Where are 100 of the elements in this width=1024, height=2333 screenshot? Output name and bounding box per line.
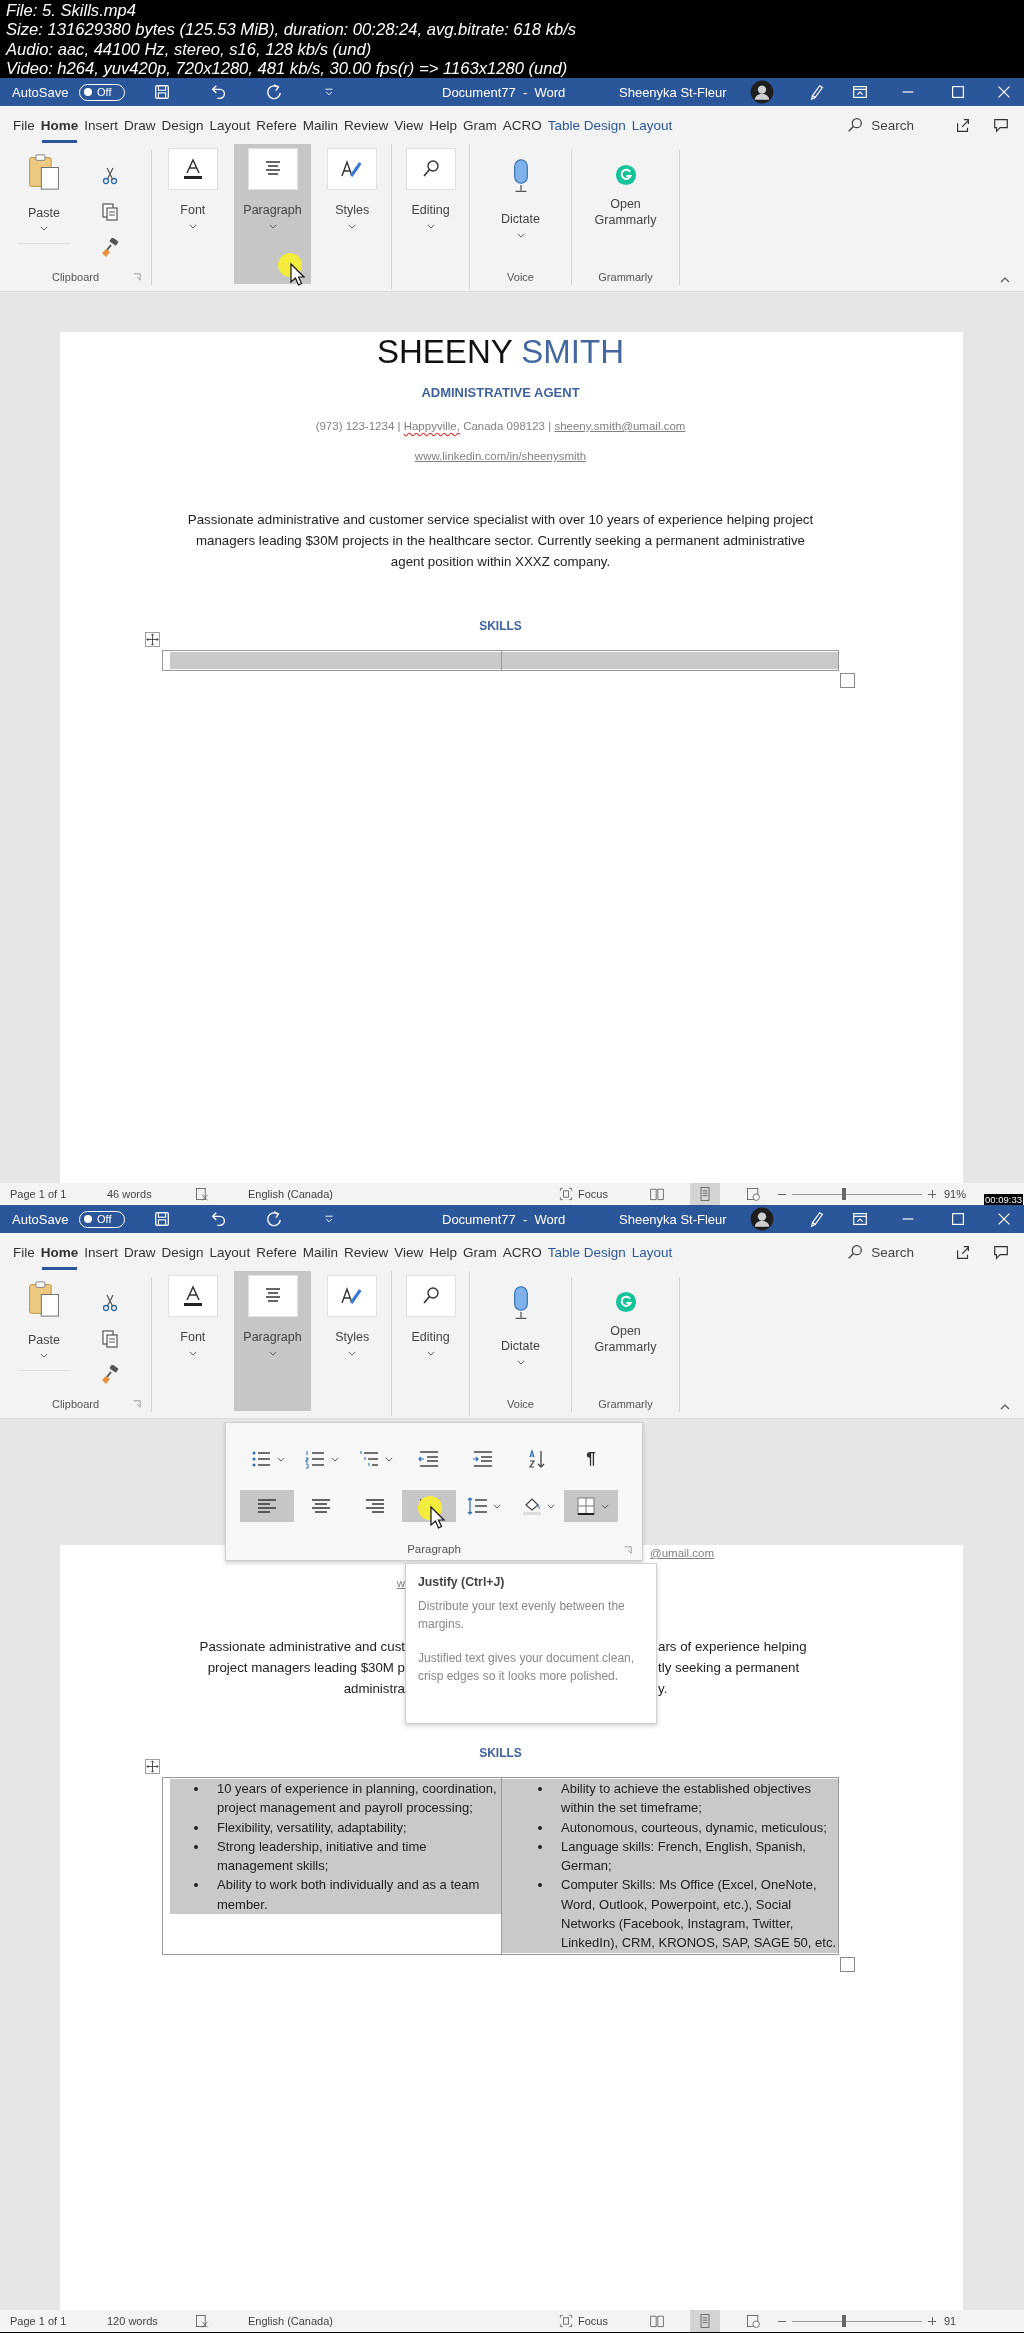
ribbon-tab[interactable]: Help xyxy=(426,106,460,144)
save-icon[interactable] xyxy=(153,1210,171,1228)
scissors-icon[interactable] xyxy=(100,1293,120,1313)
ribbon-tab[interactable]: Mailin xyxy=(299,1233,341,1271)
paintbrush-icon[interactable] xyxy=(100,238,120,258)
bullet-icon xyxy=(194,1787,198,1791)
ribbon-tab[interactable]: Refere xyxy=(253,106,300,144)
ribbon-tab[interactable]: View xyxy=(391,1233,427,1271)
ribbon-tab[interactable]: Draw xyxy=(121,1233,159,1271)
ribbon-tab[interactable]: Gram xyxy=(460,106,500,144)
ribbon-tab[interactable]: Insert xyxy=(81,1233,122,1271)
autosave-label: AutoSave xyxy=(12,1211,70,1227)
avatar-icon[interactable] xyxy=(750,1207,774,1231)
format-button[interactable]: ¶ xyxy=(564,1443,618,1475)
maximize-icon[interactable] xyxy=(949,83,967,101)
ribbon-display-icon[interactable] xyxy=(851,1210,869,1228)
ribbon-tab[interactable]: Refere xyxy=(253,1233,300,1271)
undo-icon[interactable] xyxy=(210,1210,228,1228)
ribbon-tab[interactable]: Table Design xyxy=(544,106,629,144)
comment-icon[interactable] xyxy=(992,1243,1010,1261)
caret-icon xyxy=(426,1351,435,1356)
ribbon-tab[interactable]: Home xyxy=(37,1233,82,1271)
email-link[interactable]: sheeny.smith@umail.com xyxy=(554,420,686,432)
redo-icon[interactable] xyxy=(265,83,283,101)
copy-icon[interactable] xyxy=(100,1329,120,1349)
ribbon-button[interactable]: Font xyxy=(154,1271,232,1411)
comment-icon[interactable] xyxy=(992,116,1010,134)
ribbon-tab[interactable]: File xyxy=(10,1233,38,1271)
ribbon-tab[interactable]: Home xyxy=(37,106,82,144)
group-label: Grammarly xyxy=(598,271,653,283)
format-button[interactable] xyxy=(240,1490,294,1522)
undo-icon[interactable] xyxy=(210,83,228,101)
share-icon[interactable] xyxy=(954,116,972,134)
ribbon-tab[interactable]: ACRO xyxy=(499,1233,545,1271)
email-link[interactable]: @umail.com xyxy=(650,1547,715,1559)
view-button[interactable] xyxy=(690,2310,720,2332)
ribbon-button[interactable]: Styles xyxy=(313,1271,391,1411)
copy-icon[interactable] xyxy=(100,202,120,222)
ribbon-tab[interactable]: Help xyxy=(426,1233,460,1271)
ribbon-tab[interactable]: Mailin xyxy=(299,106,341,144)
window-title: Document77 - Word xyxy=(442,84,567,100)
ribbon-tab[interactable]: Table Design xyxy=(544,1233,629,1271)
pen-icon[interactable] xyxy=(808,1210,826,1228)
ribbon-tab[interactable]: Design xyxy=(158,1233,207,1271)
ribbon-tab[interactable]: Design xyxy=(158,106,207,144)
pen-icon[interactable] xyxy=(808,83,826,101)
ribbon-tab[interactable]: Layout xyxy=(628,106,676,144)
ribbon-display-icon[interactable] xyxy=(851,83,869,101)
focus-button[interactable]: Focus xyxy=(558,2313,642,2329)
paste-button[interactable]: Paste xyxy=(18,1279,70,1371)
ribbon-tab[interactable]: Layout xyxy=(206,106,254,144)
view-button[interactable] xyxy=(690,1183,720,1205)
scissors-icon[interactable] xyxy=(100,166,120,186)
file-info-line: Size: 131629380 bytes (125.53 MiB), duration: 00:28:24, avg.bitrate: 618 kb/s xyxy=(6,20,578,40)
share-icon[interactable] xyxy=(954,1243,972,1261)
table-move-handle-icon[interactable] xyxy=(145,632,160,647)
ribbon-tab[interactable]: Layout xyxy=(206,1233,254,1271)
caret-icon xyxy=(188,224,197,229)
ribbon-tab[interactable]: Insert xyxy=(81,106,122,144)
skill-item: Autonomous, courteous, dynamic, meticulous; xyxy=(561,1818,827,1837)
ribbon-tab[interactable]: Layout xyxy=(628,1233,676,1271)
ribbon-tab[interactable]: Review xyxy=(340,106,392,144)
ribbon-button[interactable]: Editing xyxy=(392,144,469,284)
redo-icon[interactable] xyxy=(265,1210,283,1228)
ribbon-tab[interactable]: File xyxy=(10,106,38,144)
website-link[interactable]: www.linkedin.com/in/sheenysmith xyxy=(414,450,587,462)
ribbon-button[interactable]: Styles xyxy=(313,144,391,284)
grammarly-button[interactable]: Open Grammarly xyxy=(585,1291,666,1396)
dictate-button[interactable]: Dictate xyxy=(485,1285,556,1396)
outdent-icon xyxy=(417,1449,441,1469)
focus-button[interactable]: Focus xyxy=(558,1186,642,1202)
ribbon-tab[interactable]: View xyxy=(391,106,427,144)
table-move-handle-icon[interactable] xyxy=(145,1759,160,1774)
proofing-icon[interactable] xyxy=(194,1186,210,1202)
collapse-ribbon-icon[interactable] xyxy=(1000,1404,1010,1410)
ribbon-button[interactable]: Font xyxy=(154,144,232,284)
proofing-icon[interactable] xyxy=(194,2313,210,2329)
grammarly-button[interactable]: Open Grammarly xyxy=(585,164,666,269)
collapse-ribbon-icon[interactable] xyxy=(1000,277,1010,283)
ribbon-tab[interactable]: Gram xyxy=(460,1233,500,1271)
word-count: 120 words xyxy=(107,2315,159,2327)
table-resize-handle[interactable] xyxy=(840,1956,855,1972)
website-link[interactable]: w xyxy=(396,1575,405,1591)
ribbon-button[interactable]: Editing xyxy=(392,1271,469,1411)
maximize-icon[interactable] xyxy=(949,1210,967,1228)
table-resize-handle[interactable] xyxy=(840,673,855,688)
ribbon-tab[interactable]: Draw xyxy=(121,106,159,144)
ribbon-button[interactable]: Paragraph xyxy=(233,144,312,284)
ribbon-tab[interactable]: Review xyxy=(340,1233,392,1271)
ribbon-button[interactable]: Paragraph xyxy=(233,1271,312,1411)
save-icon[interactable] xyxy=(153,83,171,101)
ribbon-tab[interactable]: ACRO xyxy=(499,106,545,144)
format-button[interactable] xyxy=(564,1490,618,1522)
search-button[interactable]: Search xyxy=(846,110,914,140)
paintbrush-icon[interactable] xyxy=(100,1365,120,1385)
dictate-button[interactable]: Dictate xyxy=(485,158,556,269)
avatar-icon[interactable] xyxy=(750,80,774,104)
search-button[interactable]: Search xyxy=(846,1237,914,1267)
paste-button[interactable]: Paste xyxy=(18,152,70,244)
caret-icon xyxy=(384,1456,393,1462)
